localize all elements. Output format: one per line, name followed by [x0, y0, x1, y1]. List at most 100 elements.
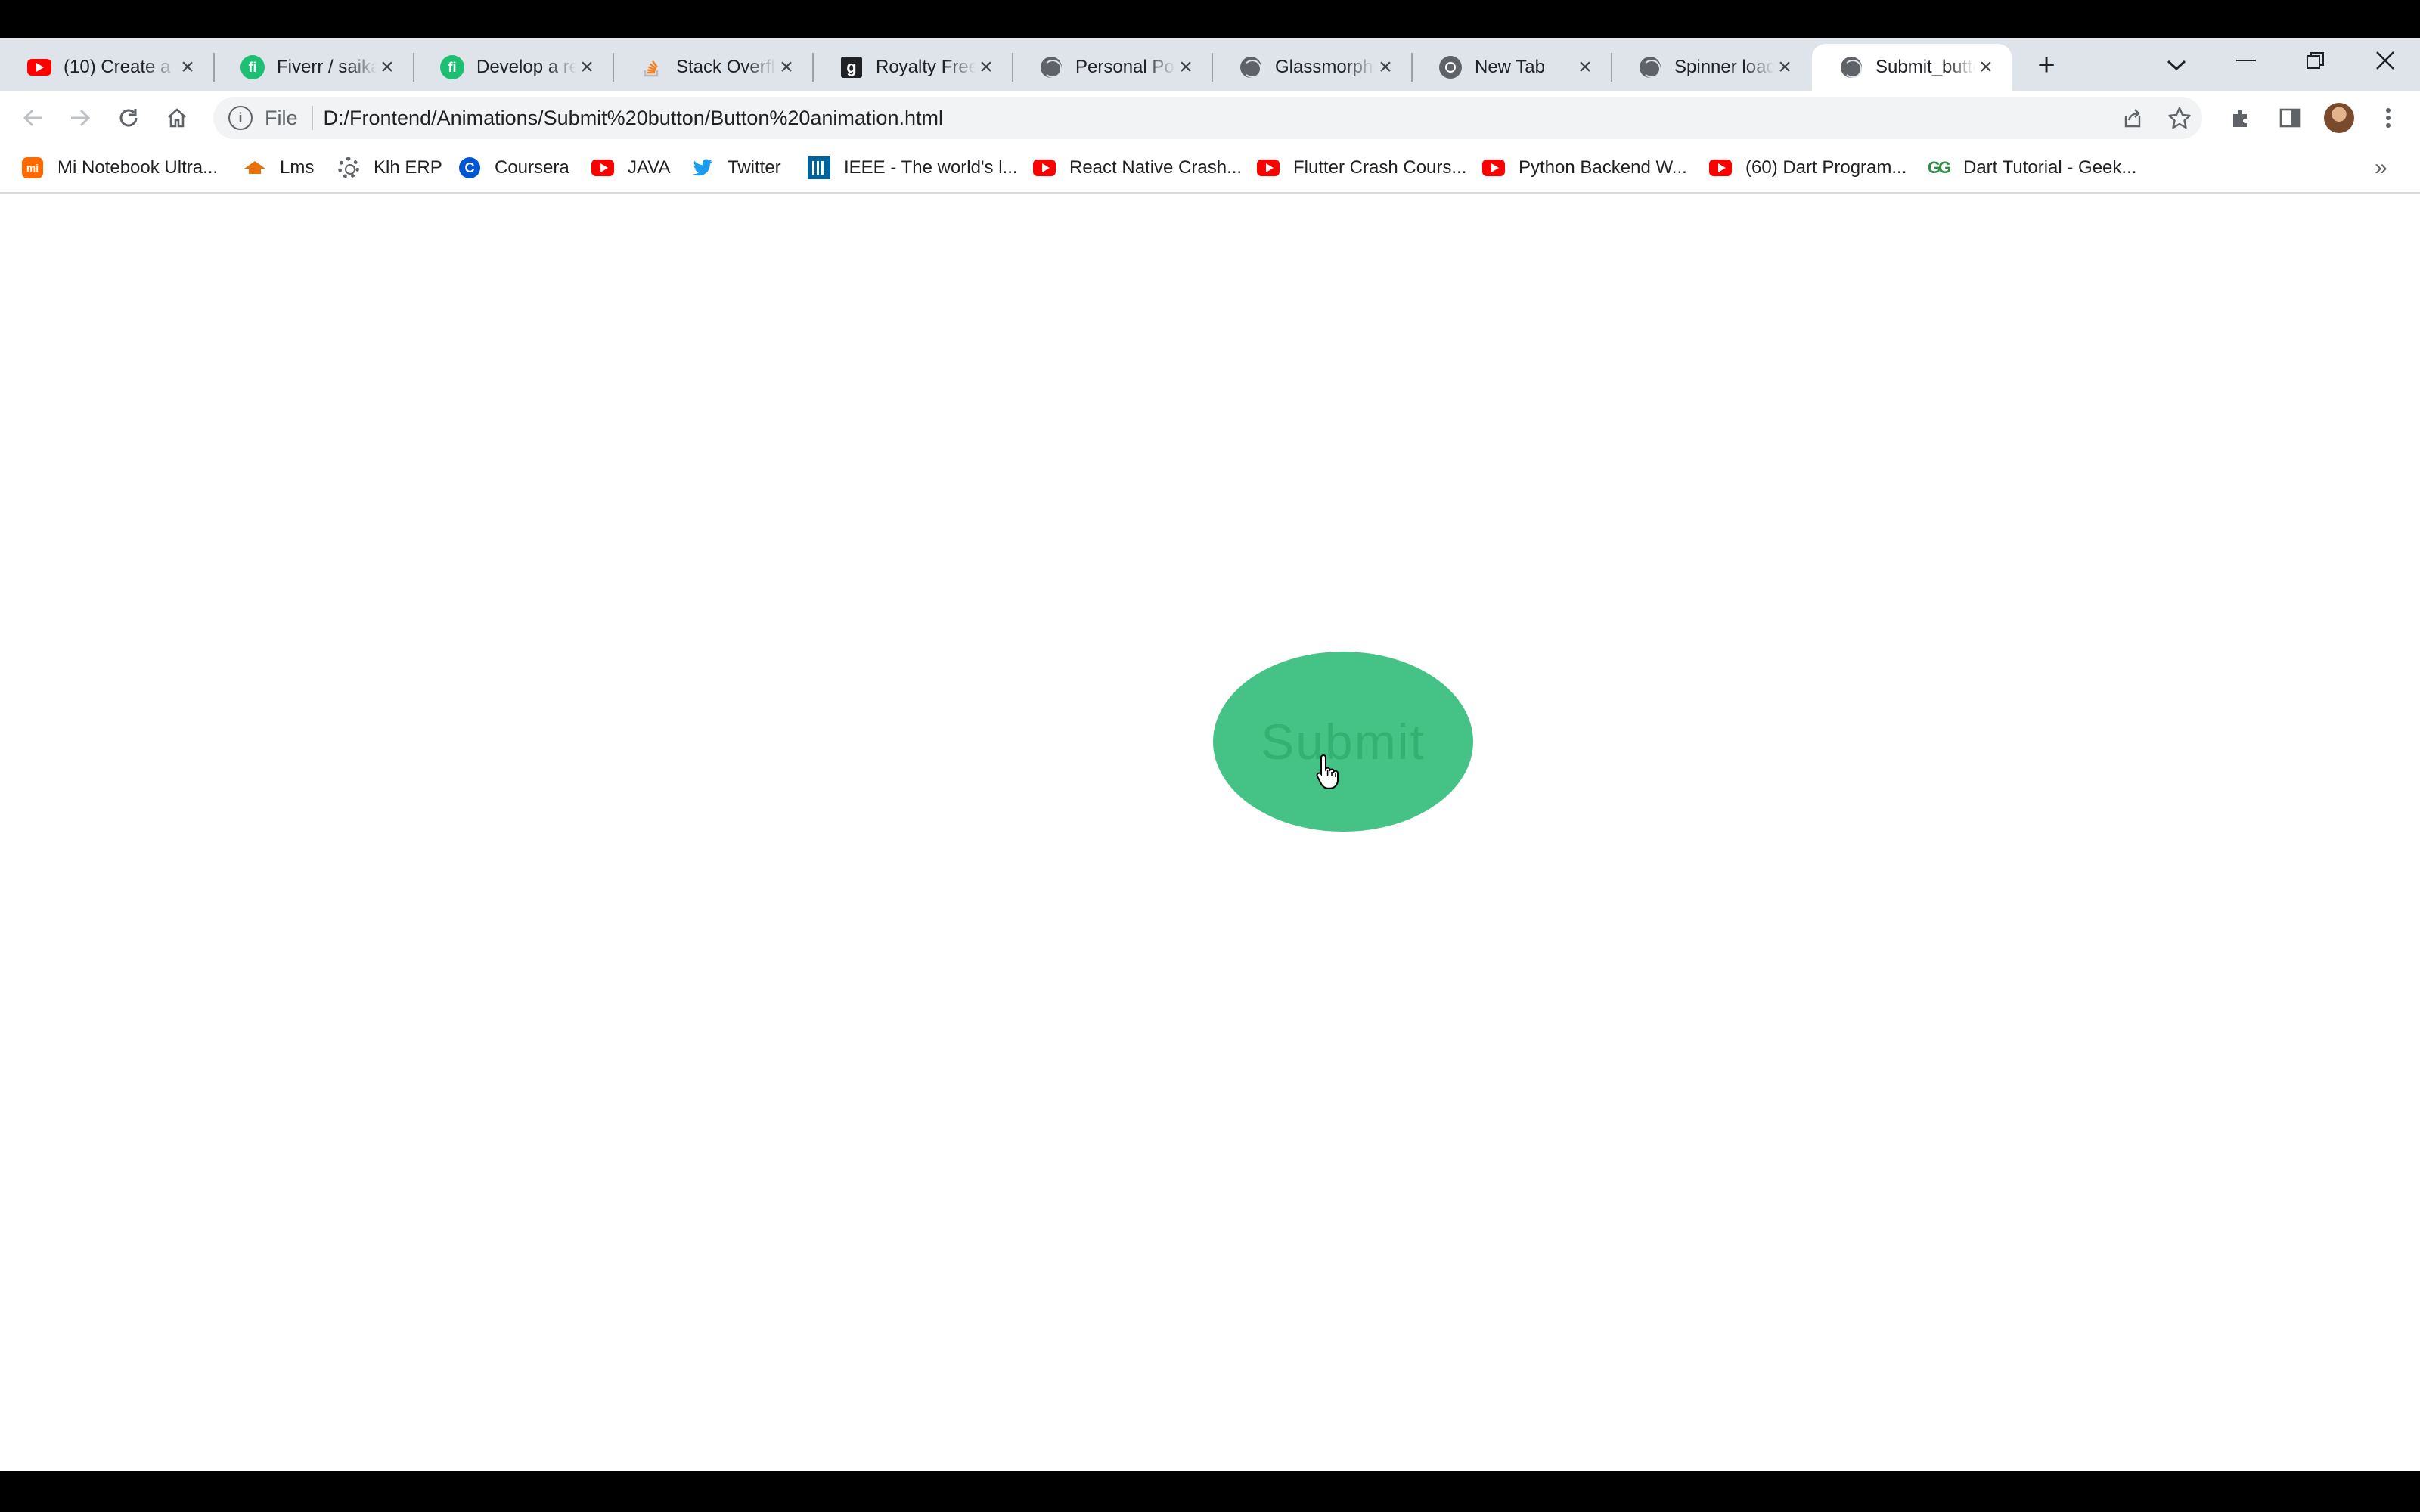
- bookmark-label: Dart Tutorial - Geek...: [1963, 157, 2137, 178]
- bookmark-dart-program[interactable]: (60) Dart Program...: [1709, 151, 1907, 184]
- tab-title: Fiverr / saikal: [277, 57, 377, 77]
- close-icon[interactable]: ×: [1975, 56, 1996, 79]
- bookmark-twitter[interactable]: Twitter: [691, 151, 781, 184]
- bookmark-label: Coursera: [495, 157, 569, 178]
- back-arrow-icon[interactable]: [15, 100, 51, 136]
- mi-icon: mi: [21, 156, 44, 179]
- close-icon[interactable]: ×: [377, 56, 398, 79]
- address-bar[interactable]: i File D:/Frontend/Animations/Submit%20b…: [213, 97, 2202, 139]
- bookmark-react-native[interactable]: React Native Crash...: [1033, 151, 1242, 184]
- fiverr-icon: fi: [440, 55, 464, 79]
- ieee-icon: [808, 156, 830, 179]
- restore-icon[interactable]: [2293, 42, 2338, 79]
- hand-pointer-cursor-icon: [1316, 754, 1339, 789]
- bookmark-label: Mi Notebook Ultra...: [57, 157, 219, 178]
- bookmarks-overflow-chevron[interactable]: »: [2375, 151, 2387, 184]
- bookmark-label: (60) Dart Program...: [1745, 157, 1907, 178]
- kebab-menu-icon[interactable]: [2370, 100, 2406, 136]
- bookmark-mi-notebook[interactable]: mi Mi Notebook Ultra...: [21, 151, 218, 184]
- tab-title: Develop a re: [476, 57, 576, 77]
- tab-royalty-free[interactable]: g Royalty Free ×: [812, 44, 1012, 91]
- youtube-icon: [1482, 156, 1505, 179]
- youtube-icon: [591, 156, 614, 179]
- bookmark-java[interactable]: JAVA: [591, 151, 670, 184]
- submit-button[interactable]: Submit: [1213, 652, 1473, 832]
- close-icon[interactable]: ×: [1774, 56, 1795, 79]
- bookmark-lms[interactable]: Lms: [244, 151, 314, 184]
- reload-icon[interactable]: [110, 100, 147, 136]
- bookmark-flutter[interactable]: Flutter Crash Cours...: [1257, 151, 1466, 184]
- home-icon[interactable]: [159, 100, 195, 136]
- window-close-icon[interactable]: [2363, 42, 2408, 79]
- close-icon[interactable]: ×: [576, 56, 597, 79]
- close-icon[interactable]: ×: [776, 56, 797, 79]
- address-scheme-label: File: [265, 106, 298, 129]
- bookmark-dart-tutorial[interactable]: GG Dart Tutorial - Geek...: [1927, 151, 2137, 184]
- twitter-icon: [691, 156, 714, 179]
- globe-icon: [1039, 55, 1063, 79]
- address-url[interactable]: D:/Frontend/Animations/Submit%20button/B…: [324, 107, 943, 130]
- youtube-icon: [1709, 156, 1732, 179]
- share-icon[interactable]: [2114, 100, 2151, 136]
- tab-youtube-create[interactable]: (10) Create a ×: [0, 44, 213, 91]
- bookmark-label: React Native Crash...: [1069, 157, 1243, 178]
- stackoverflow-icon: [640, 55, 664, 79]
- globe-icon: [1839, 55, 1863, 79]
- page-viewport: [0, 194, 2420, 1471]
- tab-glassmorphism[interactable]: Glassmorphis ×: [1212, 44, 1411, 91]
- bookmark-label: Klh ERP: [374, 157, 442, 178]
- tab-new-tab[interactable]: New Tab ×: [1411, 44, 1611, 91]
- new-tab-button[interactable]: +: [2028, 47, 2065, 83]
- gear-icon: [337, 156, 360, 179]
- bookmark-label: JAVA: [628, 157, 671, 178]
- globe-icon: [1638, 55, 1662, 79]
- close-icon[interactable]: ×: [177, 56, 198, 79]
- geeksforgeeks-icon: GG: [1927, 158, 1951, 177]
- close-icon[interactable]: ×: [1575, 56, 1596, 79]
- bookmark-label: Flutter Crash Cours...: [1293, 157, 1467, 178]
- taskbar-edge: [0, 1471, 2420, 1512]
- tab-stack-overflow[interactable]: Stack Overflo ×: [613, 44, 812, 91]
- bookmark-label: Twitter: [728, 157, 781, 178]
- forward-arrow-icon[interactable]: [62, 100, 98, 136]
- tab-title: New Tab: [1475, 57, 1545, 77]
- close-icon[interactable]: ×: [1175, 56, 1196, 79]
- extensions-puzzle-icon[interactable]: [2223, 100, 2260, 136]
- youtube-icon: [27, 55, 51, 79]
- address-divider: [311, 106, 313, 130]
- tab-title: Personal Por: [1075, 57, 1175, 77]
- site-info-icon[interactable]: i: [228, 106, 253, 130]
- bookmark-coursera[interactable]: C Coursera: [458, 151, 569, 184]
- bookmark-klh-erp[interactable]: Klh ERP: [337, 151, 442, 184]
- tab-title: (10) Create a: [64, 57, 171, 77]
- close-icon[interactable]: ×: [1375, 56, 1396, 79]
- tab-fiverr[interactable]: fi Fiverr / saikal ×: [213, 44, 413, 91]
- bookmark-ieee[interactable]: IEEE - The world's l...: [808, 151, 1018, 184]
- bookmark-star-icon[interactable]: [2161, 100, 2198, 136]
- profile-avatar[interactable]: [2324, 103, 2354, 133]
- youtube-icon: [1257, 156, 1280, 179]
- tab-title: Spinner load: [1674, 57, 1774, 77]
- tab-search-chevron-icon[interactable]: [2158, 47, 2195, 83]
- youtube-icon: [1033, 156, 1056, 179]
- getty-icon: g: [839, 55, 864, 79]
- bookmark-label: Lms: [280, 157, 315, 178]
- globe-icon: [1239, 55, 1263, 79]
- minimize-icon[interactable]: [2223, 42, 2269, 79]
- bookmark-python-backend[interactable]: Python Backend W...: [1482, 151, 1687, 184]
- close-icon[interactable]: ×: [976, 56, 997, 79]
- tab-title: Stack Overflo: [676, 57, 776, 77]
- tab-spinner-loader[interactable]: Spinner load ×: [1611, 44, 1810, 91]
- tab-develop[interactable]: fi Develop a re ×: [413, 44, 613, 91]
- tab-personal-portfolio[interactable]: Personal Por ×: [1012, 44, 1212, 91]
- tab-title: Submit_butto: [1876, 57, 1975, 77]
- graduation-cap-icon: [244, 156, 266, 179]
- submit-button-label: Submit: [1261, 714, 1426, 770]
- fiverr-icon: fi: [240, 55, 265, 79]
- bookmark-label: IEEE - The world's l...: [844, 157, 1018, 178]
- tab-submit-button[interactable]: Submit_butto ×: [1812, 44, 2012, 91]
- bookmark-label: Python Backend W...: [1519, 157, 1687, 178]
- coursera-icon: C: [458, 156, 481, 179]
- chrome-icon: [1438, 55, 1463, 79]
- side-panel-icon[interactable]: [2272, 100, 2308, 136]
